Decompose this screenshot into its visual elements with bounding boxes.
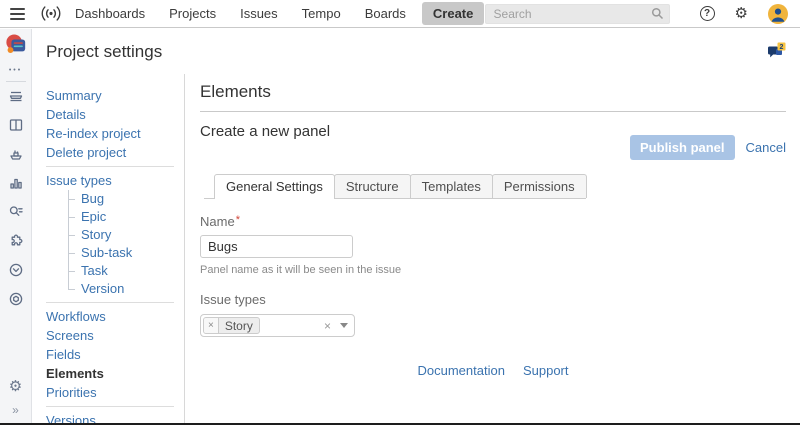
search-input[interactable] xyxy=(485,4,670,24)
footer-links: Documentation Support xyxy=(200,363,786,378)
nav-issue-type-subtask[interactable]: Sub-task xyxy=(68,244,184,262)
expand-sidebar-icon[interactable]: » xyxy=(12,403,19,417)
notification-badge: 2 xyxy=(780,44,784,51)
help-icon[interactable]: ? xyxy=(700,6,715,21)
broadcast-logo-icon[interactable] xyxy=(39,5,63,22)
nav-issue-type-story[interactable]: Story xyxy=(68,226,184,244)
tab-templates[interactable]: Templates xyxy=(410,174,493,198)
nav-details[interactable]: Details xyxy=(46,105,184,124)
search-icon xyxy=(651,7,664,20)
nav-screens[interactable]: Screens xyxy=(46,326,184,345)
nav-delete-project[interactable]: Delete project xyxy=(46,143,184,162)
avatar[interactable] xyxy=(768,4,788,24)
queues-icon[interactable] xyxy=(8,88,24,104)
general-settings-form: Name* Panel name as it will be seen in t… xyxy=(200,214,786,378)
create-panel-title: Create a new panel xyxy=(200,123,330,140)
releases-ship-icon[interactable] xyxy=(8,146,24,162)
nav-issue-type-version[interactable]: Version xyxy=(68,280,184,298)
tab-structure[interactable]: Structure xyxy=(334,174,411,198)
nav-summary[interactable]: Summary xyxy=(46,86,184,105)
name-help-text: Panel name as it will be seen in the iss… xyxy=(200,264,786,276)
divider xyxy=(46,406,174,407)
nav-dashboards[interactable]: Dashboards xyxy=(75,6,145,21)
addons-puzzle-icon[interactable] xyxy=(8,233,24,249)
nav-workflows[interactable]: Workflows xyxy=(46,307,184,326)
elements-heading: Elements xyxy=(200,82,786,102)
tab-general-settings[interactable]: General Settings xyxy=(214,174,335,199)
main-content: Elements Create a new panel Publish pane… xyxy=(186,74,800,425)
reports-icon[interactable] xyxy=(8,175,24,191)
divider xyxy=(6,81,26,82)
notifications-icon[interactable]: 2 xyxy=(767,42,786,62)
page-title: Project settings xyxy=(46,42,162,62)
hamburger-menu-icon[interactable] xyxy=(10,8,25,20)
topbar-icon-group: ? ⚙ xyxy=(700,4,788,24)
documentation-link[interactable]: Documentation xyxy=(418,363,505,378)
issue-types-select[interactable]: × Story × xyxy=(200,314,355,337)
nav-elements-active[interactable]: Elements xyxy=(46,364,184,383)
create-button[interactable]: Create xyxy=(422,2,484,25)
nav-fields[interactable]: Fields xyxy=(46,345,184,364)
publish-panel-button[interactable]: Publish panel xyxy=(630,135,735,160)
sidebar-settings-gear-icon[interactable]: ⚙ xyxy=(9,379,22,394)
dropdown-arrow-icon[interactable] xyxy=(340,323,348,328)
top-nav-links: Dashboards Projects Issues Tempo Boards xyxy=(75,6,406,21)
tempo-chevron-icon[interactable] xyxy=(8,262,24,278)
more-options-icon[interactable]: ••• xyxy=(9,67,22,74)
divider xyxy=(46,302,174,303)
nav-tempo[interactable]: Tempo xyxy=(302,6,341,21)
nav-reindex-project[interactable]: Re-index project xyxy=(46,124,184,143)
project-settings-nav: Summary Details Re-index project Delete … xyxy=(32,74,185,425)
nav-issue-type-bug[interactable]: Bug xyxy=(68,190,184,208)
issue-types-tree: Bug Epic Story Sub-task Task Version xyxy=(68,190,184,298)
issue-types-field-label: Issue types xyxy=(200,292,786,307)
top-navigation-bar: Dashboards Projects Issues Tempo Boards … xyxy=(0,0,800,28)
issues-search-icon[interactable] xyxy=(8,204,24,220)
panel-tabs: General Settings Structure Templates Per… xyxy=(204,174,586,199)
board-icon[interactable] xyxy=(8,117,24,133)
panel-name-input[interactable] xyxy=(200,235,353,258)
search-container xyxy=(485,4,670,24)
nav-issue-types[interactable]: Issue types xyxy=(46,171,184,190)
divider xyxy=(46,166,174,167)
cancel-link[interactable]: Cancel xyxy=(746,140,786,155)
project-avatar[interactable] xyxy=(5,34,27,59)
form-actions: Publish panel Cancel xyxy=(630,135,786,160)
name-field-label: Name* xyxy=(200,214,786,229)
components-icon[interactable] xyxy=(8,291,24,307)
nav-projects[interactable]: Projects xyxy=(169,6,216,21)
nav-issue-type-epic[interactable]: Epic xyxy=(68,208,184,226)
selected-tag-story: × Story xyxy=(203,317,260,334)
remove-tag-icon[interactable]: × xyxy=(204,318,219,333)
nav-issue-type-task[interactable]: Task xyxy=(68,262,184,280)
page-header: Project settings 2 xyxy=(32,29,800,74)
project-icon-sidebar: ••• ⚙ » xyxy=(0,29,32,425)
clear-selection-icon[interactable]: × xyxy=(324,319,331,333)
support-link[interactable]: Support xyxy=(523,363,569,378)
nav-issues[interactable]: Issues xyxy=(240,6,278,21)
nav-boards[interactable]: Boards xyxy=(365,6,406,21)
tab-permissions[interactable]: Permissions xyxy=(492,174,587,198)
divider xyxy=(200,111,786,112)
tag-label: Story xyxy=(219,318,259,333)
nav-priorities[interactable]: Priorities xyxy=(46,383,184,402)
required-asterisk: * xyxy=(236,214,240,226)
gear-icon[interactable]: ⚙ xyxy=(735,6,748,21)
create-panel-header-row: Create a new panel Publish panel Cancel xyxy=(200,123,786,160)
